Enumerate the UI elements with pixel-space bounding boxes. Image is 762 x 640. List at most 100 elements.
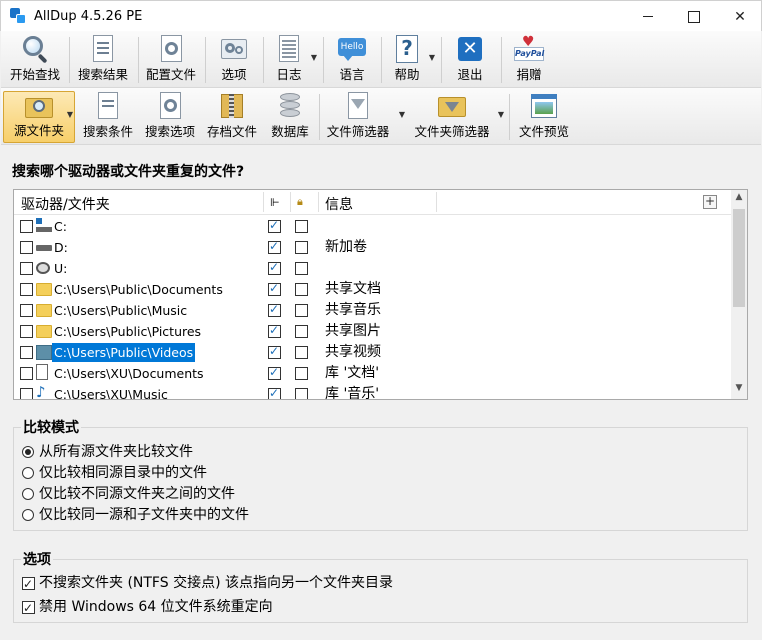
table-row[interactable]: C:\Users\Public\Pictures 共享图片 <box>14 321 731 342</box>
protect-checkbox[interactable] <box>295 367 308 380</box>
subfolders-checkbox[interactable] <box>268 344 281 359</box>
radio-button[interactable] <box>22 509 34 521</box>
compare-mode-group: 比较模式 从所有源文件夹比较文件 仅比较相同源目录中的文件 仅比较不同源文件夹之间的… <box>13 417 748 531</box>
option-item[interactable]: 不搜索文件夹 (NTFS 交接点) 该点指向另一个文件夹目录 <box>22 573 393 594</box>
folder-filter-dropdown-arrow-icon[interactable]: ▼ <box>497 110 505 120</box>
folder-path[interactable]: D: <box>52 238 70 257</box>
subfolders-checkbox[interactable] <box>268 260 281 275</box>
table-row[interactable]: C:\Users\XU\Documents 库 '文档' <box>14 363 731 384</box>
include-checkbox[interactable] <box>20 367 33 380</box>
folder-path[interactable]: C:\Users\Public\Pictures <box>52 322 203 341</box>
folder-filter-button[interactable]: 文件夹筛选器 <box>410 91 494 143</box>
folder-path[interactable]: U: <box>52 259 69 278</box>
scroll-up-arrow-icon[interactable]: ▲ <box>731 192 747 206</box>
include-checkbox[interactable] <box>20 262 33 275</box>
subfolders-checkbox[interactable] <box>268 239 281 254</box>
table-row[interactable]: C:\Users\Public\Music 共享音乐 <box>14 300 731 321</box>
subfolders-checkbox[interactable] <box>268 386 281 399</box>
lock-icon[interactable]: 🔒︎ <box>297 195 303 209</box>
source-folder-dropdown-arrow-icon[interactable]: ▼ <box>66 110 74 120</box>
option-checkbox[interactable] <box>22 598 35 618</box>
folder-path[interactable]: C:\Users\Public\Videos <box>52 343 196 362</box>
table-row[interactable]: U: <box>14 258 731 279</box>
subfolders-checkbox[interactable] <box>268 323 281 338</box>
compare-mode-title: 比较模式 <box>21 417 81 437</box>
table-row[interactable]: C: <box>14 216 731 237</box>
include-checkbox[interactable] <box>20 220 33 233</box>
compare-mode-option[interactable]: 仅比较相同源目录中的文件 <box>22 463 207 483</box>
language-button[interactable]: Hello 语言 <box>327 34 377 86</box>
subfolders-checkbox[interactable] <box>268 218 281 233</box>
protect-checkbox[interactable] <box>295 241 308 254</box>
maximize-button[interactable] <box>671 1 717 32</box>
include-checkbox[interactable] <box>20 283 33 296</box>
include-checkbox[interactable] <box>20 388 33 399</box>
protect-checkbox[interactable] <box>295 262 308 275</box>
subfolder-column-icon[interactable]: ⊩ <box>270 196 280 209</box>
source-folder-list[interactable]: 驱动器/文件夹 ⊩ 🔒︎ 信息 + C:D:新加卷U:C:\Users\Publ… <box>13 189 748 400</box>
options-button[interactable]: 选项 <box>209 34 259 86</box>
start-search-button[interactable]: 开始查找 <box>5 34 65 86</box>
search-results-button[interactable]: 搜索结果 <box>72 34 134 86</box>
folder-path[interactable]: C:\Users\Public\Documents <box>52 280 225 299</box>
protect-checkbox[interactable] <box>295 304 308 317</box>
protect-checkbox[interactable] <box>295 325 308 338</box>
column-header-info[interactable]: 信息 <box>325 194 353 214</box>
column-header-name[interactable]: 驱动器/文件夹 <box>21 194 110 214</box>
help-dropdown-arrow-icon[interactable]: ▼ <box>428 53 436 63</box>
protect-checkbox[interactable] <box>295 220 308 233</box>
compare-mode-option[interactable]: 从所有源文件夹比较文件 <box>22 442 193 462</box>
folder-path[interactable]: C:\Users\Public\Music <box>52 301 189 320</box>
table-row[interactable]: C:\Users\Public\Documents 共享文档 <box>14 279 731 300</box>
log-dropdown-arrow-icon[interactable]: ▼ <box>310 53 318 63</box>
protect-checkbox[interactable] <box>295 283 308 296</box>
option-item[interactable]: 禁用 Windows 64 位文件系统重定向 <box>22 597 273 618</box>
subfolders-checkbox[interactable] <box>268 281 281 296</box>
archive-files-button[interactable]: 存档文件 <box>202 91 262 143</box>
folder-path[interactable]: C:\Users\XU\Music <box>52 385 170 399</box>
minimize-button[interactable] <box>625 1 671 32</box>
search-criteria-button[interactable]: 搜索条件 <box>79 91 137 143</box>
include-checkbox[interactable] <box>20 304 33 317</box>
list-scrollbar[interactable]: ▲ ▼ <box>731 190 747 399</box>
results-icon <box>88 34 118 62</box>
exit-button[interactable]: ✕ 退出 <box>445 34 495 86</box>
protect-checkbox[interactable] <box>295 388 308 399</box>
source-folder-button[interactable]: 源文件夹 <box>3 91 75 143</box>
table-row[interactable]: D: 新加卷 <box>14 237 731 258</box>
scroll-down-arrow-icon[interactable]: ▼ <box>731 383 747 397</box>
scrollbar-thumb[interactable] <box>733 209 745 307</box>
table-row[interactable]: C:\Users\Public\Videos 共享视频 <box>14 342 731 363</box>
donate-label: 捐赠 <box>516 67 542 82</box>
option-label: 禁用 Windows 64 位文件系统重定向 <box>39 599 273 615</box>
database-button[interactable]: 数据库 <box>265 91 315 143</box>
search-options-button[interactable]: 搜索选项 <box>140 91 200 143</box>
music-library-icon: ♪ <box>36 383 46 400</box>
help-button[interactable]: ? 帮助 <box>385 34 429 86</box>
compare-mode-option[interactable]: 仅比较不同源文件夹之间的文件 <box>22 484 235 504</box>
radio-button[interactable] <box>22 467 34 479</box>
option-checkbox[interactable] <box>22 574 35 594</box>
include-checkbox[interactable] <box>20 241 33 254</box>
add-folder-button[interactable]: + <box>703 195 717 209</box>
options-icon <box>219 34 249 61</box>
language-icon: Hello <box>337 34 367 61</box>
file-filter-button[interactable]: 文件筛选器 <box>323 91 393 143</box>
include-checkbox[interactable] <box>20 325 33 338</box>
protect-checkbox[interactable] <box>295 346 308 359</box>
include-checkbox[interactable] <box>20 346 33 359</box>
radio-button[interactable] <box>22 446 34 458</box>
compare-mode-option[interactable]: 仅比较同一源和子文件夹中的文件 <box>22 505 249 525</box>
folder-path[interactable]: C:\Users\XU\Documents <box>52 364 206 383</box>
profile-button[interactable]: 配置文件 <box>141 34 201 86</box>
folder-path[interactable]: C: <box>52 217 69 236</box>
subfolders-checkbox[interactable] <box>268 302 281 317</box>
table-row[interactable]: ♪ C:\Users\XU\Music 库 '音乐' <box>14 383 731 400</box>
subfolders-checkbox[interactable] <box>268 365 281 380</box>
close-button[interactable]: ✕ <box>717 1 762 32</box>
log-button[interactable]: 日志 <box>267 34 311 86</box>
file-filter-dropdown-arrow-icon[interactable]: ▼ <box>398 110 406 120</box>
donate-button[interactable]: ♥ PayPal 捐赠 <box>505 34 553 86</box>
radio-button[interactable] <box>22 488 34 500</box>
file-preview-button[interactable]: 文件预览 <box>513 91 575 143</box>
